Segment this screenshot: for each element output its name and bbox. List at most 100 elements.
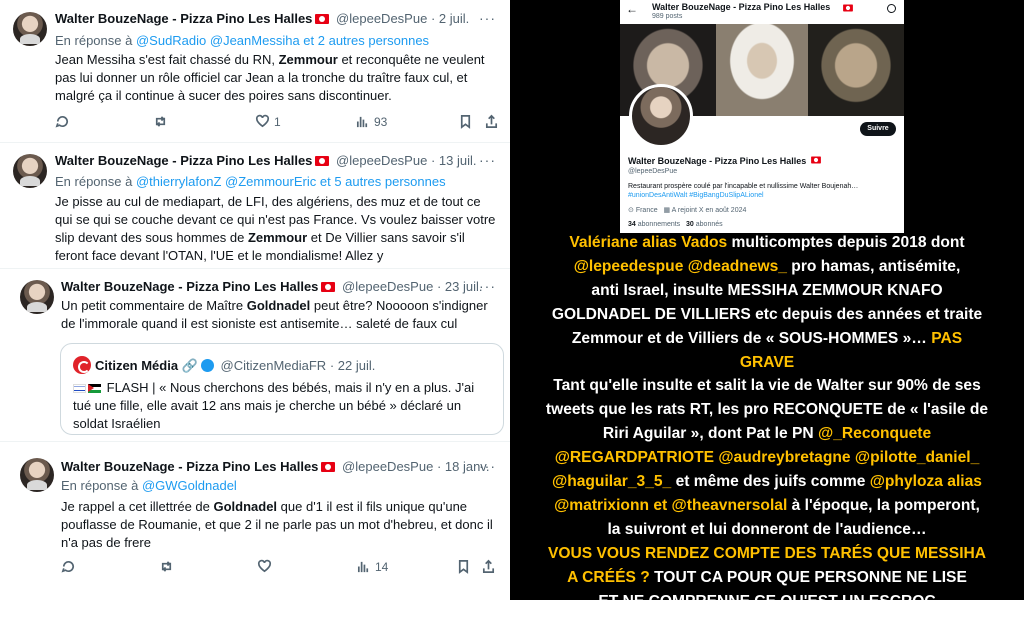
screenshot-collage: Walter BouzeNage - Pizza Pino Les Halles…	[0, 0, 1024, 625]
more-options-icon[interactable]: ···	[479, 278, 496, 294]
more-options-icon[interactable]: ···	[479, 10, 496, 26]
commentary-line: @matrixionn et @theavnersolal à l'époque…	[510, 494, 1024, 518]
bookmark-icon	[460, 115, 471, 129]
tweet-date[interactable]: · 2 juil.	[431, 11, 469, 26]
commentary-line: @haguilar_3_5_ et même des juifs comme @…	[510, 470, 1024, 494]
like-button[interactable]: 1	[255, 114, 281, 129]
following-count[interactable]: 34	[628, 221, 636, 228]
profile-screenshot: ← Walter BouzeNage - Pizza Pino Les Hall…	[620, 0, 904, 233]
text-line: Je rappel a cet illettrée de	[61, 499, 214, 514]
avatar[interactable]	[13, 154, 47, 188]
share-button[interactable]	[481, 559, 496, 574]
reply-more-link[interactable]: et 2 autres personnes	[303, 33, 429, 48]
author-name[interactable]: Walter BouzeNage - Pizza Pino Les Halles	[61, 279, 318, 294]
bookmark-button[interactable]	[456, 559, 471, 574]
plain-text: GOLDNADEL DE VILLIERS etc depuis des ann…	[551, 305, 983, 323]
bottom-margin	[0, 600, 1024, 625]
profile-avatar[interactable]	[629, 84, 693, 148]
verified-badge-icon	[200, 359, 214, 372]
reply-mentions[interactable]: @SudRadio @JeanMessiha	[136, 33, 300, 48]
avatar[interactable]	[20, 280, 54, 314]
followers-label: abonnés	[695, 221, 723, 228]
reply-button[interactable]	[61, 559, 76, 574]
author-name[interactable]: Walter BouzeNage - Pizza Pino Les Halles	[55, 153, 312, 168]
avatar[interactable]	[13, 12, 47, 46]
author-handle[interactable]: @lepeeDesPue	[342, 459, 433, 474]
commentary-line: A CRÉÉS ? TOUT CA POUR QUE PERSONNE NE L…	[510, 566, 1024, 590]
back-arrow-icon[interactable]: ←	[626, 2, 638, 16]
quoted-tweet-header: Citizen Média 🔗 @CitizenMediaFR · 22 jui…	[73, 356, 375, 374]
tweet-1[interactable]: Walter BouzeNage - Pizza Pino Les Halles…	[0, 0, 510, 140]
author-handle[interactable]: @lepeeDesPue	[342, 279, 433, 294]
highlighted-text: PAS	[931, 329, 963, 347]
author-name[interactable]: Walter BouzeNage - Pizza Pino Les Halles	[55, 11, 312, 26]
text-line: qui se qui se couche devant ce qui n'est…	[55, 212, 496, 227]
text-line: peut être? Nooooon s'indigner	[310, 298, 488, 313]
tweet-text: Jean Messiha s'est fait chassé du RN, Ze…	[55, 51, 485, 105]
text-line: Je pisse au cul de mediapart, de LFI, de…	[55, 194, 481, 209]
author-name[interactable]: Walter BouzeNage - Pizza Pino Les Halles	[61, 459, 318, 474]
reply-prefix: En réponse à	[55, 33, 133, 48]
profile-topbar-title: Walter BouzeNage - Pizza Pino Les Halles	[652, 2, 831, 12]
reply-prefix: En réponse à	[61, 478, 139, 493]
location-icon: ⊙	[628, 207, 634, 214]
views-count: 93	[374, 114, 388, 129]
tweet-actions: 1 93	[55, 114, 505, 132]
highlight-word: Zemmour	[247, 230, 308, 245]
commentary-line: @REGARDPATRIOTE @audreybretagne @pilotte…	[510, 446, 1024, 470]
like-button[interactable]	[257, 559, 272, 574]
highlighted-text: VOUS VOUS RENDEZ COMPTE DES TARÉS QUE ME…	[547, 544, 987, 562]
tweet-date[interactable]: · 23 juil.	[437, 279, 483, 294]
tweet-2[interactable]: Walter BouzeNage - Pizza Pino Les Halles…	[0, 146, 510, 266]
quoted-tweet-date[interactable]: · 22 juil.	[330, 358, 376, 373]
plain-text: Tant qu'elle insulte et salit la vie de …	[553, 377, 981, 395]
quoted-author-handle[interactable]: @CitizenMediaFR	[221, 358, 327, 373]
author-handle[interactable]: @lepeeDesPue	[336, 153, 427, 168]
heart-icon	[256, 114, 269, 128]
more-options-icon[interactable]: ···	[479, 458, 496, 474]
tweet-date[interactable]: · 13 juil.	[431, 153, 477, 168]
reply-more-link[interactable]: et 5 autres personnes	[320, 174, 446, 189]
bio-hashtags[interactable]: #unionDesAntiWalt #BigBangDuSlipALionel	[628, 191, 858, 200]
plain-text: à l'époque, la pomperont,	[787, 496, 980, 514]
commentary-line: anti Israel, insulte MESSIHA ZEMMOUR KNA…	[510, 279, 1024, 303]
profile-topbar: ← Walter BouzeNage - Pizza Pino Les Hall…	[620, 0, 904, 24]
reply-prefix: En réponse à	[55, 174, 133, 189]
commentary-line: Zemmour et de Villiers de « SOUS-HOMMES …	[510, 327, 1024, 351]
followers-count[interactable]: 30	[686, 221, 694, 228]
author-handle[interactable]: @lepeeDesPue	[336, 11, 427, 26]
quoted-tweet[interactable]: Citizen Média 🔗 @CitizenMediaFR · 22 jui…	[60, 343, 504, 435]
tweet-text: Je pisse au cul de mediapart, de LFI, de…	[55, 193, 495, 265]
commentary-line: tweets que les rats RT, les pro RECONQUE…	[510, 398, 1024, 422]
reply-mentions[interactable]: @GWGoldnadel	[142, 478, 237, 493]
more-options-icon[interactable]: ···	[479, 152, 496, 168]
text-line: malgré ça il continue à sucer des poires…	[55, 88, 392, 103]
plain-text: ET NE COMPRENNE CE QU'EST UN ESCROC	[598, 593, 935, 600]
retweet-button[interactable]	[159, 559, 174, 574]
tweet-4[interactable]: Walter BouzeNage - Pizza Pino Les Halles…	[0, 448, 510, 588]
tweet-text: Un petit commentaire de Maître Goldnadel…	[61, 297, 488, 333]
avatar[interactable]	[20, 458, 54, 492]
share-icon	[482, 559, 495, 573]
commentary-line: @lepeedespue @deadnews_ pro hamas, antis…	[510, 255, 1024, 279]
plain-text: TOUT CA POUR QUE PERSONNE NE LISE	[649, 568, 967, 586]
quoted-author-name[interactable]: Citizen Média	[95, 358, 178, 373]
reply-mentions[interactable]: @thierrylafonZ @ZemmourEric	[136, 174, 316, 189]
retweet-icon	[155, 116, 166, 127]
share-button[interactable]	[484, 114, 499, 129]
search-icon[interactable]	[887, 4, 896, 13]
tunisia-flag-icon	[321, 462, 336, 472]
profile-meta: ⊙ France ▦ A rejoint X en août 2024	[628, 206, 746, 214]
views-button[interactable]: 14	[356, 559, 388, 574]
views-button[interactable]: 93	[355, 114, 387, 129]
retweet-button[interactable]	[153, 114, 168, 129]
plain-text: tweets que les rats RT, les pro RECONQUE…	[545, 401, 989, 419]
tweets-column: Walter BouzeNage - Pizza Pino Les Halles…	[0, 0, 510, 625]
plain-text: pro hamas, antisémite,	[786, 257, 961, 275]
follow-button[interactable]: Suivre	[860, 122, 896, 136]
highlighted-text: @lepeedespue @deadnews_	[573, 257, 787, 275]
commentary-line: Tant qu'elle insulte et salit la vie de …	[510, 374, 1024, 398]
reply-button[interactable]	[55, 114, 70, 129]
bookmark-button[interactable]	[458, 114, 473, 129]
reply-context: En réponse à @thierrylafonZ @ZemmourEric…	[55, 174, 446, 190]
